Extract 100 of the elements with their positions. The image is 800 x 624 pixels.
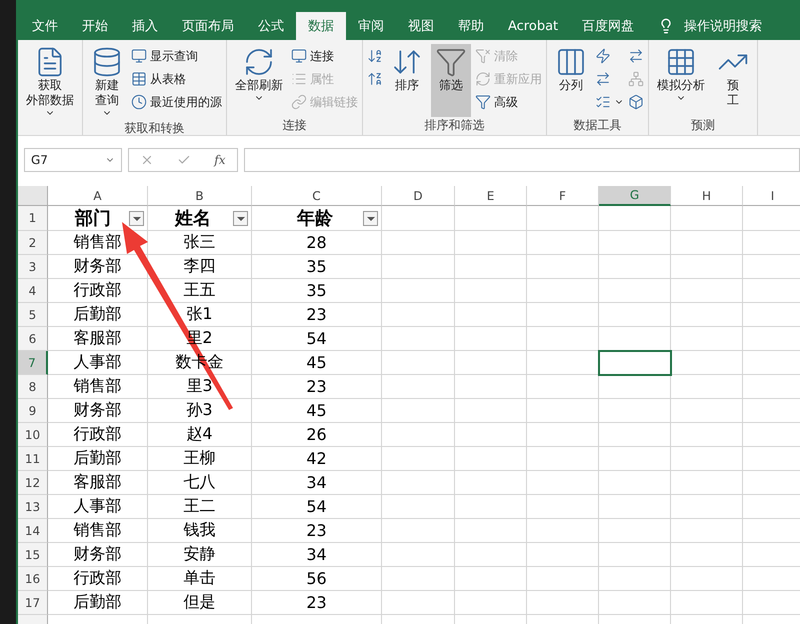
table-cell: 23 — [252, 375, 382, 399]
table-cell: 财务部 — [48, 543, 148, 567]
row-header[interactable]: 12 — [18, 471, 48, 495]
tell-me-search[interactable]: 操作说明搜索 — [684, 17, 762, 35]
row-header[interactable]: 6 — [18, 327, 48, 351]
checklist-icon[interactable] — [595, 94, 611, 110]
ribbon-button[interactable]: 排序 — [387, 44, 427, 117]
row-header[interactable]: 1 — [18, 206, 48, 231]
cube-icon[interactable] — [628, 94, 644, 110]
ribbon-tab[interactable]: 数据 — [296, 12, 346, 40]
table-cell: 销售部 — [48, 375, 148, 399]
table-cell: 张三 — [148, 231, 252, 255]
table-cell: 42 — [252, 447, 382, 471]
row-header[interactable]: 2 — [18, 231, 48, 255]
ribbon-button[interactable]: 获取 外部数据 — [22, 44, 78, 120]
sort-descending-icon[interactable] — [367, 71, 383, 87]
ribbon-tab[interactable]: 公式 — [246, 12, 296, 40]
row-header[interactable]: 14 — [18, 519, 48, 543]
table-icon[interactable] — [131, 71, 147, 87]
table-cell: 行政部 — [48, 279, 148, 303]
ribbon-button[interactable]: 分列 — [551, 44, 591, 117]
table-cell: 王五 — [148, 279, 252, 303]
table-cell: 23 — [252, 519, 382, 543]
table-cell: 45 — [252, 399, 382, 423]
ribbon-button[interactable]: 连接 — [291, 46, 358, 66]
row-header[interactable]: 7 — [18, 351, 48, 375]
group-label: 排序和筛选 — [424, 117, 486, 134]
row-header[interactable]: 16 — [18, 567, 48, 591]
filter-dropdown-button[interactable] — [129, 211, 144, 226]
filter-icon[interactable] — [475, 94, 491, 110]
columns-icon — [555, 46, 587, 78]
group-label: 预测 — [690, 117, 716, 134]
row-header[interactable]: 8 — [18, 375, 48, 399]
lightning-icon[interactable] — [595, 48, 611, 64]
column-header[interactable]: C — [252, 186, 382, 206]
ribbon-tab[interactable]: 百度网盘 — [570, 12, 646, 40]
name-box[interactable]: G7 — [24, 148, 122, 172]
ribbon-tab[interactable]: 插入 — [120, 12, 170, 40]
row-header[interactable]: 15 — [18, 543, 48, 567]
row-header[interactable]: 5 — [18, 303, 48, 327]
table-cell: 孙3 — [148, 399, 252, 423]
row-header[interactable]: 4 — [18, 279, 48, 303]
table-cell: 单击 — [148, 567, 252, 591]
table-cell: 行政部 — [48, 567, 148, 591]
row-header[interactable]: 10 — [18, 423, 48, 447]
database-icon — [91, 46, 123, 78]
filter-dropdown-button[interactable] — [363, 211, 378, 226]
ribbon-button[interactable]: 筛选 — [431, 44, 471, 117]
sort-ascending-icon[interactable] — [367, 48, 383, 64]
ribbon-button[interactable]: 模拟分析 — [653, 44, 709, 117]
ribbon-button[interactable]: 从表格 — [131, 69, 222, 89]
column-title: 姓名 — [175, 207, 211, 230]
ribbon-button[interactable]: 显示查询 — [131, 46, 222, 66]
monitor-icon[interactable] — [131, 48, 147, 64]
row-header[interactable]: 11 — [18, 447, 48, 471]
table-cell: 客服部 — [48, 327, 148, 351]
column-header[interactable]: I — [743, 186, 800, 206]
column-header[interactable]: B — [148, 186, 252, 206]
ribbon-tab[interactable]: 审阅 — [346, 12, 396, 40]
row-header[interactable]: 17 — [18, 591, 48, 615]
ribbon-button[interactable]: 预 工 — [713, 44, 753, 117]
clock-icon[interactable] — [131, 94, 147, 110]
ribbon-tab[interactable]: 开始 — [70, 12, 120, 40]
column-header[interactable]: A — [48, 186, 148, 206]
ribbon-button[interactable]: 最近使用的源 — [131, 92, 222, 112]
table-cell: 后勤部 — [48, 447, 148, 471]
ribbon-tab[interactable]: 视图 — [396, 12, 446, 40]
table-cell: 张1 — [148, 303, 252, 327]
column-header[interactable]: F — [527, 186, 599, 206]
row-header[interactable]: 9 — [18, 399, 48, 423]
ribbon-button[interactable]: 高级 — [475, 92, 542, 112]
column-header[interactable]: H — [671, 186, 743, 206]
column-header[interactable]: G — [599, 186, 671, 206]
selected-cell[interactable] — [599, 351, 671, 375]
filter-dropdown-button[interactable] — [233, 211, 248, 226]
ribbon-tab[interactable]: 文件 — [20, 12, 70, 40]
formula-field[interactable] — [244, 148, 800, 172]
arrows-icon[interactable] — [595, 71, 611, 87]
monitor-icon[interactable] — [291, 48, 307, 64]
insert-function-button[interactable]: fx — [214, 153, 226, 167]
column-header[interactable]: E — [455, 186, 527, 206]
column-title: 部门 — [75, 207, 111, 230]
ribbon-button[interactable]: 全部刷新 — [231, 44, 287, 117]
table-cell: 赵4 — [148, 423, 252, 447]
table-cell: 人事部 — [48, 495, 148, 519]
ribbon-tab[interactable]: Acrobat — [496, 12, 570, 40]
table-cell: 里3 — [148, 375, 252, 399]
group-label: 数据工具 — [572, 117, 622, 134]
ribbon-button[interactable]: 新建 查询 — [87, 44, 127, 120]
row-header[interactable]: 13 — [18, 495, 48, 519]
group-label: 获取和转换 — [124, 120, 186, 137]
table-cell: 人事部 — [48, 351, 148, 375]
ribbon-tab[interactable]: 帮助 — [446, 12, 496, 40]
table-cell: 54 — [252, 327, 382, 351]
arrows-icon[interactable] — [628, 48, 644, 64]
table-cell: 后勤部 — [48, 591, 148, 615]
row-header[interactable]: 3 — [18, 255, 48, 279]
ribbon-tab[interactable]: 页面布局 — [170, 12, 246, 40]
table-cell: 行政部 — [48, 423, 148, 447]
column-header[interactable]: D — [382, 186, 455, 206]
